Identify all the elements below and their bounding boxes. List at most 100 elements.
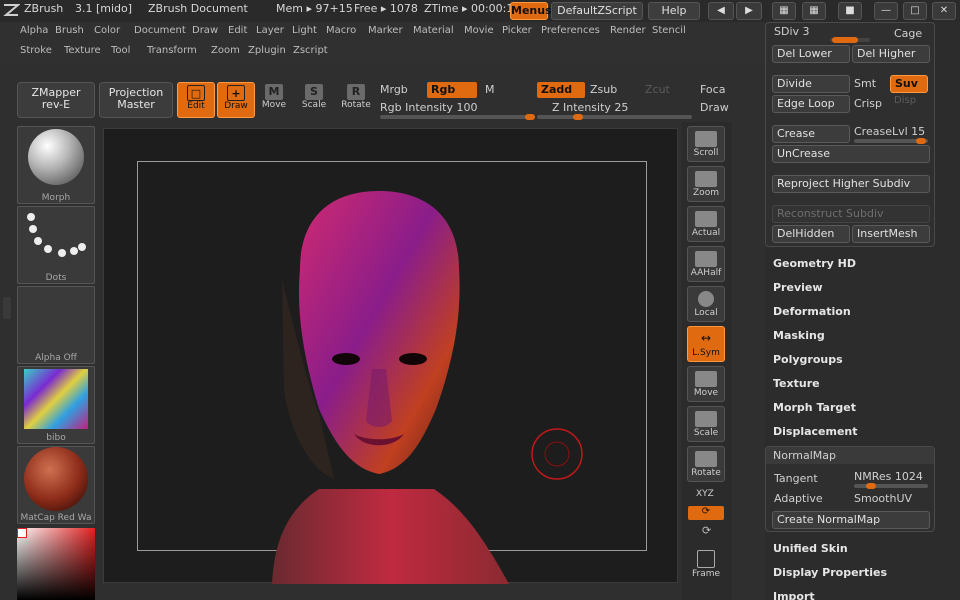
tray-left-icon[interactable]: ◀ bbox=[708, 2, 734, 20]
smoothuv-toggle[interactable]: SmoothUV bbox=[854, 492, 912, 505]
menu-movie[interactable]: Movie bbox=[464, 25, 494, 36]
maximize-icon[interactable]: □ bbox=[903, 2, 927, 20]
suv-toggle[interactable]: Suv bbox=[890, 75, 928, 93]
crisp-toggle[interactable]: Crisp bbox=[854, 97, 882, 110]
z-intensity-slider[interactable] bbox=[537, 114, 692, 120]
rgb-intensity-slider[interactable] bbox=[380, 114, 535, 120]
sdiv-knob[interactable] bbox=[832, 37, 858, 43]
main-color-swatch[interactable] bbox=[17, 528, 27, 538]
mrgb-toggle[interactable]: Mrgb bbox=[380, 83, 408, 96]
head-model-viewport[interactable] bbox=[104, 129, 679, 584]
z-intensity-knob[interactable] bbox=[573, 114, 584, 120]
menus-button[interactable]: Menus bbox=[510, 2, 552, 20]
frame-button[interactable]: Frame bbox=[687, 546, 725, 582]
sdiv-slider[interactable] bbox=[830, 37, 870, 43]
scroll-button[interactable]: Scroll bbox=[687, 126, 725, 162]
edge-loop-button[interactable]: Edge Loop bbox=[772, 95, 850, 113]
move-button[interactable]: Move bbox=[687, 366, 725, 402]
scale-mode-button[interactable]: S Scale bbox=[295, 82, 333, 118]
del-higher-button[interactable]: Del Higher bbox=[852, 45, 930, 63]
lsym-button[interactable]: ↔ L.Sym bbox=[687, 326, 725, 362]
nmres-knob[interactable] bbox=[866, 483, 876, 489]
rotate-mode-button[interactable]: R Rotate bbox=[337, 82, 375, 118]
geometry-hd-section[interactable]: Geometry HD bbox=[773, 257, 856, 270]
m-toggle[interactable]: M bbox=[485, 83, 495, 96]
layout-toggle-icon[interactable]: ▦ bbox=[772, 2, 796, 20]
document-canvas[interactable] bbox=[103, 128, 679, 584]
zadd-toggle[interactable]: Zadd bbox=[537, 82, 585, 98]
del-lower-button[interactable]: Del Lower bbox=[772, 45, 850, 63]
texture-thumbnail[interactable]: bibo bbox=[17, 366, 95, 444]
left-tray-toggle-icon[interactable] bbox=[3, 297, 11, 319]
reproject-higher-subdiv-button[interactable]: Reproject Higher Subdiv bbox=[772, 175, 930, 193]
default-zscript-button[interactable]: DefaultZScript bbox=[551, 2, 643, 20]
delhidden-button[interactable]: DelHidden bbox=[772, 225, 850, 243]
focal-shift-label[interactable]: Foca bbox=[700, 83, 725, 96]
divide-button[interactable]: Divide bbox=[772, 75, 850, 93]
menu-zplugin[interactable]: Zplugin bbox=[248, 45, 286, 56]
crease-level-slider[interactable] bbox=[854, 138, 928, 144]
y-rotation-toggle-icon[interactable]: ⟳ bbox=[688, 506, 724, 520]
menu-picker[interactable]: Picker bbox=[502, 25, 532, 36]
nmres-slider[interactable] bbox=[854, 483, 928, 489]
deformation-section[interactable]: Deformation bbox=[773, 305, 851, 318]
edit-mode-button[interactable]: □ Edit bbox=[177, 82, 215, 118]
morph-target-section[interactable]: Morph Target bbox=[773, 401, 856, 414]
polygroups-section[interactable]: Polygroups bbox=[773, 353, 843, 366]
menu-tool[interactable]: Tool bbox=[111, 45, 130, 56]
tangent-toggle[interactable]: Tangent bbox=[774, 472, 818, 485]
zsub-toggle[interactable]: Zsub bbox=[590, 83, 617, 96]
layout-toggle-2-icon[interactable]: ▦ bbox=[802, 2, 826, 20]
alpha-thumbnail[interactable]: Alpha Off bbox=[17, 286, 95, 364]
menu-zscript[interactable]: Zscript bbox=[293, 45, 328, 56]
menu-edit[interactable]: Edit bbox=[228, 25, 247, 36]
xyz-toggle[interactable]: XYZ bbox=[696, 489, 714, 499]
projection-master-button[interactable]: Projection Master bbox=[99, 82, 173, 118]
reconstruct-subdiv-button[interactable]: Reconstruct Subdiv bbox=[772, 205, 930, 223]
help-button[interactable]: Help bbox=[648, 2, 700, 20]
menu-preferences[interactable]: Preferences bbox=[541, 25, 600, 36]
unified-skin-section[interactable]: Unified Skin bbox=[773, 542, 848, 555]
scale-button[interactable]: Scale bbox=[687, 406, 725, 442]
menu-macro[interactable]: Macro bbox=[326, 25, 356, 36]
crease-level-knob[interactable] bbox=[916, 138, 926, 144]
minimize-icon[interactable]: — bbox=[874, 2, 898, 20]
color-picker[interactable] bbox=[17, 528, 95, 600]
rgb-toggle[interactable]: Rgb bbox=[427, 82, 477, 98]
local-button[interactable]: Local bbox=[687, 286, 725, 322]
uncrease-button[interactable]: UnCrease bbox=[772, 145, 930, 163]
menu-render[interactable]: Render bbox=[610, 25, 646, 36]
cage-button[interactable]: Cage bbox=[894, 27, 922, 40]
menu-layer[interactable]: Layer bbox=[256, 25, 284, 36]
insertmesh-button[interactable]: InsertMesh bbox=[852, 225, 930, 243]
menu-document[interactable]: Document bbox=[134, 25, 186, 36]
rotate-button[interactable]: Rotate bbox=[687, 446, 725, 482]
menu-zoom[interactable]: Zoom bbox=[211, 45, 240, 56]
displacement-section[interactable]: Displacement bbox=[773, 425, 858, 438]
smt-toggle[interactable]: Smt bbox=[854, 77, 876, 90]
move-mode-button[interactable]: M Move bbox=[255, 82, 293, 118]
actual-button[interactable]: Actual bbox=[687, 206, 725, 242]
material-thumbnail[interactable]: Morph bbox=[17, 126, 95, 204]
zoom-button[interactable]: Zoom bbox=[687, 166, 725, 202]
adaptive-toggle[interactable]: Adaptive bbox=[774, 492, 823, 505]
normalmap-header[interactable]: NormalMap bbox=[766, 447, 934, 464]
menu-stroke[interactable]: Stroke bbox=[20, 45, 52, 56]
masking-section[interactable]: Masking bbox=[773, 329, 825, 342]
menu-transform[interactable]: Transform bbox=[147, 45, 197, 56]
lock-icon[interactable]: ■ bbox=[838, 2, 862, 20]
menu-texture[interactable]: Texture bbox=[64, 45, 101, 56]
menu-alpha[interactable]: Alpha bbox=[20, 25, 48, 36]
display-properties-section[interactable]: Display Properties bbox=[773, 566, 887, 579]
menu-marker[interactable]: Marker bbox=[368, 25, 403, 36]
draw-mode-button[interactable]: + Draw bbox=[217, 82, 255, 118]
import-section[interactable]: Import bbox=[773, 590, 815, 600]
rgb-intensity-knob[interactable] bbox=[525, 114, 535, 120]
tray-right-icon[interactable]: ▶ bbox=[736, 2, 762, 20]
disp-toggle[interactable]: Disp bbox=[894, 95, 916, 106]
stroke-thumbnail[interactable]: Dots bbox=[17, 206, 95, 284]
draw-size-label[interactable]: Draw bbox=[700, 101, 729, 114]
menu-color[interactable]: Color bbox=[94, 25, 120, 36]
matcap-thumbnail[interactable]: MatCap Red Wa bbox=[17, 446, 95, 524]
menu-material[interactable]: Material bbox=[413, 25, 454, 36]
